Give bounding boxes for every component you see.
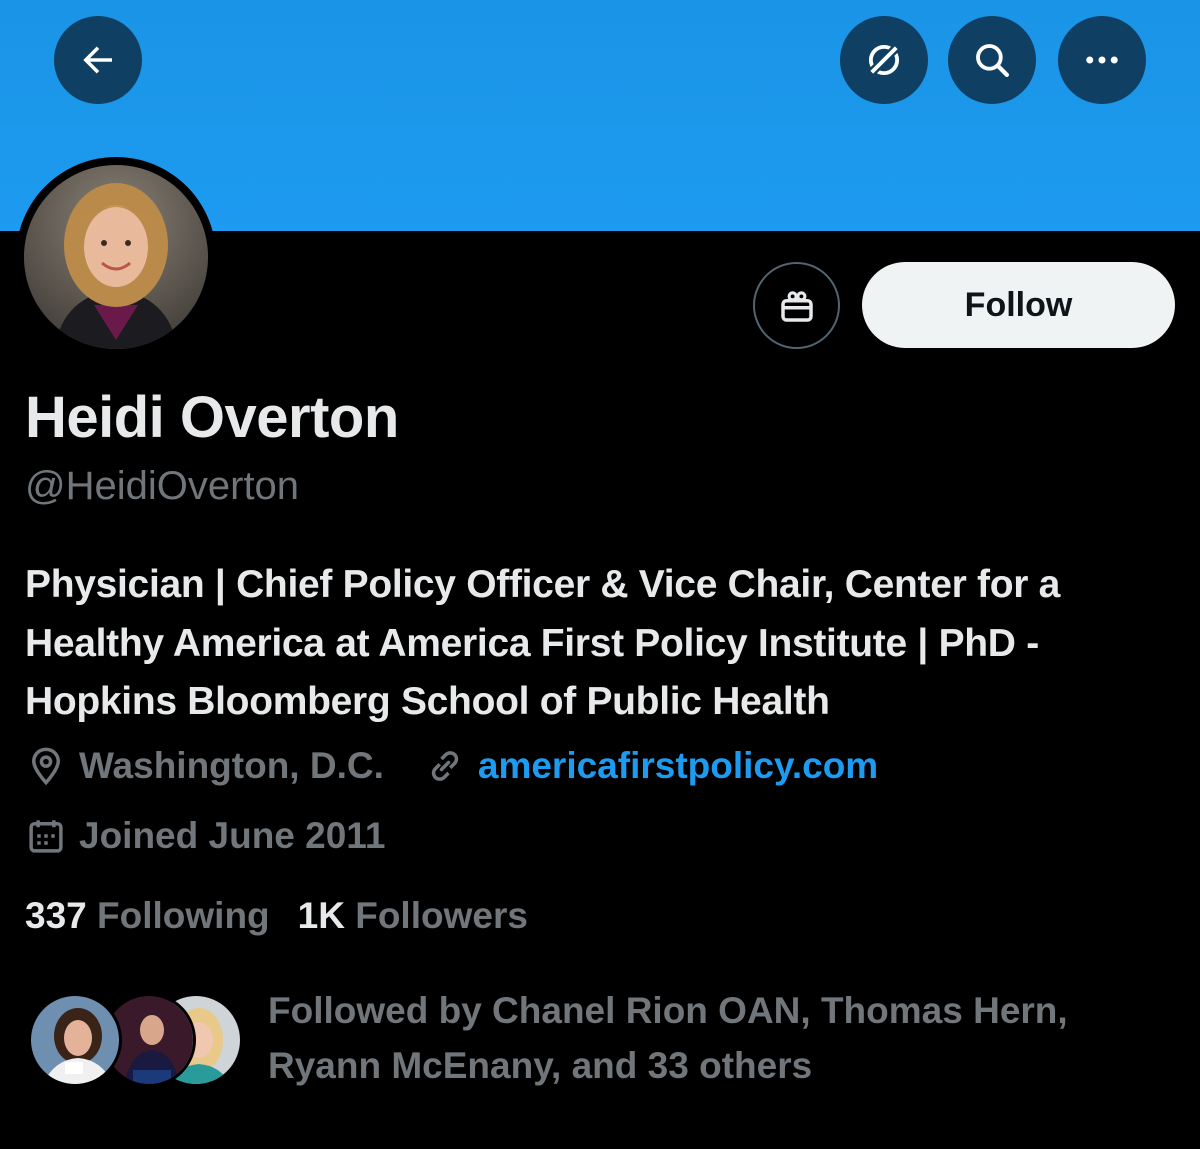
calendar-icon bbox=[29, 820, 63, 853]
gift-icon bbox=[780, 290, 813, 322]
search-icon bbox=[976, 44, 1009, 77]
location-pin-icon bbox=[31, 747, 61, 786]
following-label: Following bbox=[97, 895, 270, 936]
followers-count: 1K bbox=[297, 895, 345, 936]
arrow-left-icon bbox=[83, 46, 112, 74]
follower-avatar bbox=[28, 993, 122, 1087]
followed-by-avatars[interactable] bbox=[28, 993, 243, 1087]
profile-meta-row: Washington, D.C. americafirstpolicy.com bbox=[25, 745, 878, 787]
grok-button[interactable] bbox=[840, 16, 928, 104]
website-link[interactable]: americafirstpolicy.com bbox=[478, 745, 878, 787]
followers-label: Followers bbox=[355, 895, 528, 936]
profile-avatar[interactable] bbox=[24, 165, 208, 349]
avatar-photo bbox=[24, 165, 208, 349]
profile-name: Heidi Overton bbox=[25, 385, 399, 450]
location-text: Washington, D.C. bbox=[79, 745, 384, 786]
followed-by-text[interactable]: Followed by Chanel Rion OAN, Thomas Hern… bbox=[268, 983, 1168, 1093]
more-options-button[interactable] bbox=[1058, 16, 1146, 104]
location-item: Washington, D.C. bbox=[25, 745, 384, 787]
link-icon bbox=[431, 751, 458, 781]
joined-row: Joined June 2011 bbox=[25, 815, 385, 857]
profile-stats: 337 Following 1K Followers bbox=[25, 895, 556, 937]
following-count: 337 bbox=[25, 895, 87, 936]
gift-button[interactable] bbox=[753, 262, 840, 349]
follow-button[interactable]: Follow bbox=[862, 262, 1175, 348]
search-button[interactable] bbox=[948, 16, 1036, 104]
followers-stat[interactable]: 1K Followers bbox=[298, 895, 528, 937]
joined-text: Joined June 2011 bbox=[79, 815, 386, 856]
grok-icon bbox=[867, 43, 901, 77]
back-button[interactable] bbox=[54, 16, 142, 104]
following-stat[interactable]: 337 Following bbox=[25, 895, 270, 937]
profile-bio: Physician | Chief Policy Officer & Vice … bbox=[25, 563, 1061, 723]
profile-avatar-frame bbox=[16, 157, 216, 357]
website-item[interactable]: americafirstpolicy.com bbox=[424, 745, 878, 787]
more-horizontal-icon bbox=[1086, 56, 1118, 64]
profile-handle: @HeidiOverton bbox=[25, 464, 300, 508]
